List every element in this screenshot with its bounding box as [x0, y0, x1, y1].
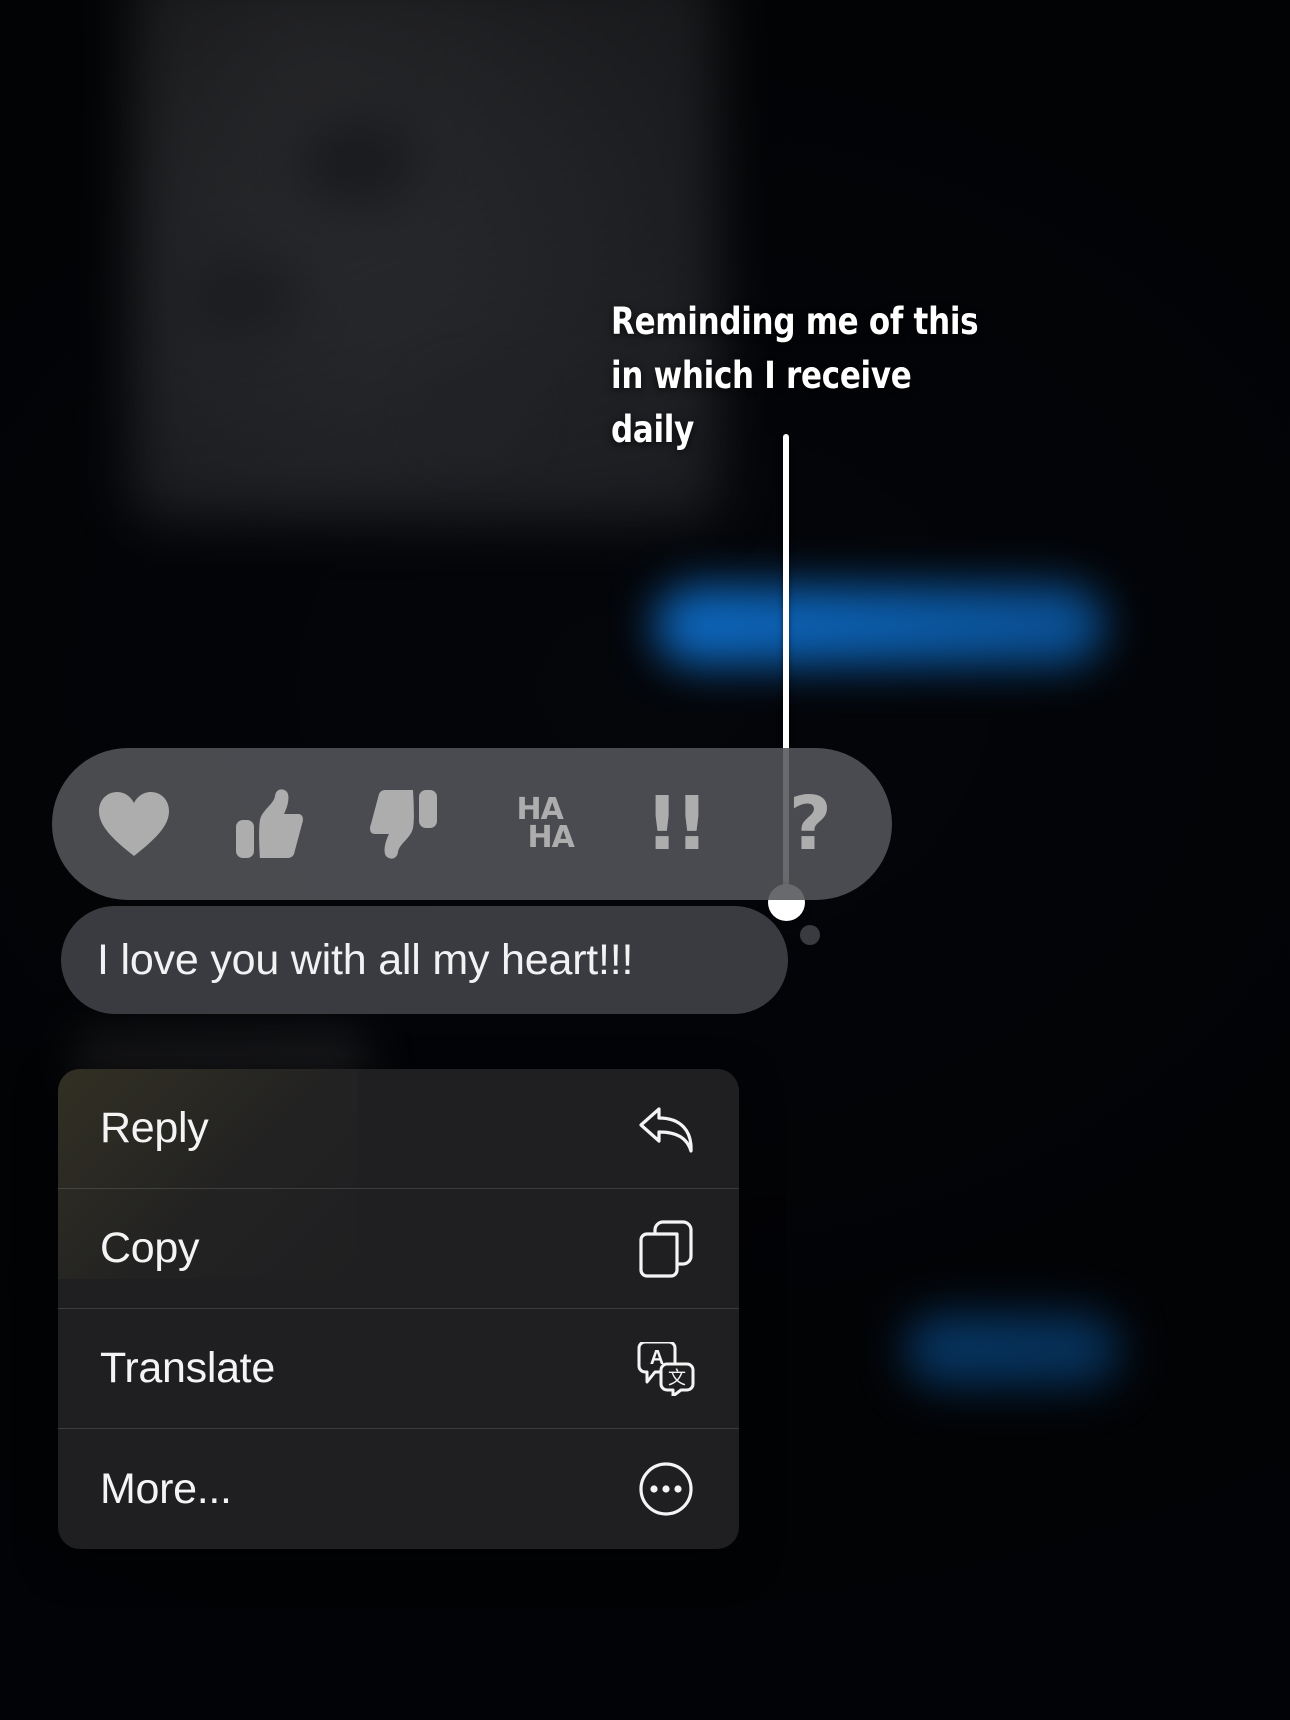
menu-item-copy[interactable]: Copy	[58, 1189, 739, 1309]
haha-icon: HA HA	[505, 795, 574, 855]
thumbs-down-icon	[369, 788, 439, 860]
heart-icon	[97, 790, 171, 858]
thumbs-up-reaction-button[interactable]	[213, 768, 325, 880]
menu-item-more[interactable]: More...	[58, 1429, 739, 1549]
thumbs-up-icon	[234, 788, 304, 860]
svg-text:文: 文	[668, 1368, 686, 1389]
message-text: I love you with all my heart!!!	[97, 935, 634, 984]
copy-pages-icon	[635, 1218, 697, 1280]
menu-item-translate[interactable]: Translate A 文	[58, 1309, 739, 1429]
thumbs-down-reaction-button[interactable]	[348, 768, 460, 880]
menu-item-label: Translate	[100, 1344, 275, 1392]
menu-item-label: Reply	[100, 1104, 209, 1152]
question-mark-icon: ?	[788, 781, 832, 867]
annotation-line-1: Reminding me of this	[611, 300, 979, 343]
annotation-text: Reminding me of this in which I receive …	[611, 295, 1002, 457]
haha-line-2: HA	[527, 820, 574, 855]
reaction-picker-bar[interactable]: HA HA !! ?	[52, 748, 892, 900]
translate-bubbles-icon: A 文	[635, 1338, 697, 1400]
message-context-menu[interactable]: Reply Copy Translate A 文 More...	[58, 1069, 739, 1549]
double-exclamation-icon: !!	[645, 781, 708, 867]
haha-reaction-button[interactable]: HA HA	[484, 768, 596, 880]
selected-message-bubble[interactable]: I love you with all my heart!!!	[61, 906, 788, 1014]
reply-arrow-icon	[635, 1098, 697, 1160]
exclamation-reaction-button[interactable]: !!	[619, 768, 731, 880]
annotation-line-2: in which I receive daily	[611, 354, 912, 451]
bubble-tail-dot	[800, 925, 820, 945]
question-reaction-button[interactable]: ?	[754, 768, 866, 880]
heart-reaction-button[interactable]	[78, 768, 190, 880]
menu-item-label: More...	[100, 1464, 232, 1513]
menu-item-reply[interactable]: Reply	[58, 1069, 739, 1189]
menu-item-label: Copy	[100, 1224, 200, 1272]
ellipsis-circle-icon	[635, 1458, 697, 1520]
